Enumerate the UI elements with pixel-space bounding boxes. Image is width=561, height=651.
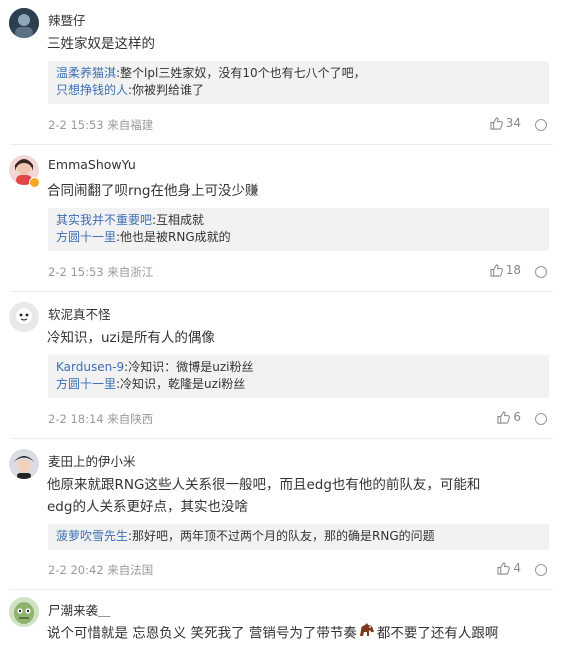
like-button[interactable]: 34: [490, 116, 521, 130]
reply-item: 方圆十一里:冷知识，乾隆是uzi粉丝: [56, 376, 541, 393]
reply-text: :冷知识：微博是uzi粉丝: [124, 360, 254, 374]
reply-text: :那好吧，两年顶不过两个月的队友，那的确是RNG的问题: [128, 529, 435, 543]
username[interactable]: 麦田上的伊小米: [48, 451, 136, 470]
comment-text-line: 他原来就跟RNG这些人关系很一般吧，而且edg也有他的前队友，可能和: [47, 477, 481, 493]
more-options-icon[interactable]: [535, 564, 547, 576]
avatar[interactable]: [9, 8, 39, 38]
divider: [10, 438, 553, 439]
divider: [10, 291, 553, 292]
reply-item: Kardusen-9:冷知识：微博是uzi粉丝: [56, 359, 541, 376]
reply-author[interactable]: Kardusen-9: [56, 360, 124, 374]
more-options-icon[interactable]: [535, 119, 547, 131]
reply-text: :冷知识，乾隆是uzi粉丝: [116, 377, 246, 391]
username[interactable]: EmmaShowYu: [48, 157, 136, 172]
more-options-icon[interactable]: [535, 266, 547, 278]
comment-text: 说个可惜就是 忘恩负义 笑死我了 营销号为了带节奏 都不要了还有人跟啊: [47, 622, 542, 645]
verified-badge: [29, 177, 40, 188]
avatar[interactable]: [9, 302, 39, 332]
comment-text-part: 都不要了还有人跟啊: [376, 625, 499, 642]
like-count: 4: [513, 561, 521, 575]
reply-text: :你被判给谁了: [128, 83, 205, 97]
like-count: 6: [513, 410, 521, 424]
username[interactable]: 软泥真不怪: [48, 304, 111, 323]
comment-text: 合同闹翻了呗rng在他身上可没少赚: [47, 183, 259, 199]
reply-author[interactable]: 方圆十一里: [56, 377, 116, 391]
comment-meta: 2-2 15:53 来自福建: [48, 118, 154, 132]
more-options-icon[interactable]: [535, 413, 547, 425]
divider: [10, 589, 553, 590]
reply-item: 只想挣钱的人:你被判给谁了: [56, 82, 541, 99]
divider: [10, 144, 553, 145]
comment-text: 他原来就跟RNG这些人关系很一般吧，而且edg也有他的前队友，可能和 edg的人…: [47, 474, 542, 518]
reply-author[interactable]: 温柔养猫淇: [56, 66, 116, 80]
reply-item: 温柔养猫淇:整个lpl三姓家奴，没有10个也有七八个了吧，: [56, 65, 541, 82]
replies-box: 其实我并不重要吧:互相成就 方圆十一里:他也是被RNG成就的: [48, 208, 549, 251]
reply-text: :互相成就: [152, 213, 205, 227]
comment-text: 三姓家奴是这样的: [47, 36, 155, 52]
reply-item: 菠萝吹雪先生:那好吧，两年顶不过两个月的队友，那的确是RNG的问题: [56, 528, 541, 545]
replies-box: 温柔养猫淇:整个lpl三姓家奴，没有10个也有七八个了吧， 只想挣钱的人:你被判…: [48, 61, 549, 104]
replies-box: 菠萝吹雪先生:那好吧，两年顶不过两个月的队友，那的确是RNG的问题: [48, 524, 549, 550]
reply-text: :他也是被RNG成就的: [116, 230, 231, 244]
reply-author[interactable]: 方圆十一里: [56, 230, 116, 244]
reply-item: 其实我并不重要吧:互相成就: [56, 212, 541, 229]
like-button[interactable]: 18: [490, 263, 521, 277]
comment-meta: 2-2 15:53 来自浙江: [48, 265, 154, 279]
reply-author[interactable]: 其实我并不重要吧: [56, 213, 152, 227]
comment-meta: 2-2 20:42 来自法国: [48, 563, 154, 577]
avatar[interactable]: [9, 449, 39, 479]
like-count: 18: [505, 263, 521, 277]
reply-text: :整个lpl三姓家奴，没有10个也有七八个了吧，: [116, 66, 366, 80]
comment-text: 冷知识，uzi是所有人的偶像: [47, 330, 215, 346]
like-count: 34: [505, 116, 521, 130]
thumbs-up-icon: [497, 410, 511, 424]
comment-meta: 2-2 18:14 来自陕西: [48, 412, 154, 426]
like-button[interactable]: 6: [497, 410, 521, 424]
comment-text-line: edg的人关系更好点，其实也没啥: [47, 499, 248, 515]
thumbs-up-icon: [497, 561, 511, 575]
thumbs-up-icon: [490, 116, 503, 130]
thumbs-up-icon: [490, 263, 503, 277]
reply-author[interactable]: 菠萝吹雪先生: [56, 529, 128, 543]
like-button[interactable]: 4: [497, 561, 521, 575]
username[interactable]: 辣暨仔: [48, 10, 86, 29]
replies-box: Kardusen-9:冷知识：微博是uzi粉丝 方圆十一里:冷知识，乾隆是uzi…: [48, 355, 549, 398]
reply-author[interactable]: 只想挣钱的人: [56, 83, 128, 97]
username[interactable]: 尸潮来袭＿: [48, 600, 111, 619]
avatar[interactable]: [9, 597, 39, 627]
comment-text-part: 说个可惜就是 忘恩负义 笑死我了 营销号为了带节奏: [47, 625, 357, 642]
reply-item: 方圆十一里:他也是被RNG成就的: [56, 229, 541, 246]
horse-emoji-icon: [358, 622, 376, 645]
